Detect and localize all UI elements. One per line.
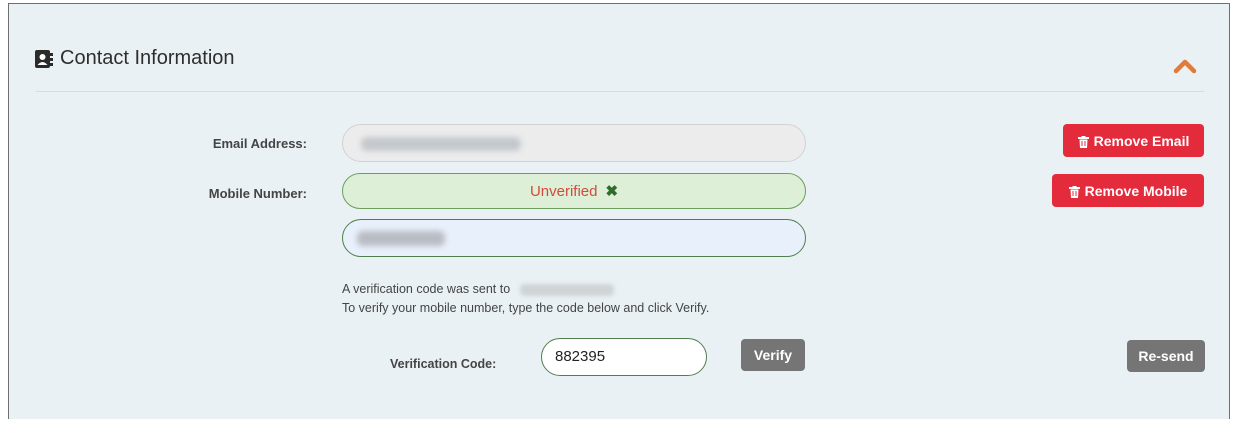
mobile-number-input[interactable] — [342, 219, 806, 257]
mobile-status-text: Unverified — [529, 182, 598, 200]
trash-icon — [1077, 135, 1089, 148]
section-title: Contact Information — [60, 47, 235, 69]
remove-email-label: Remove Email — [1093, 132, 1190, 149]
unverified-x-icon: ✖ — [605, 183, 619, 200]
remove-email-button[interactable]: Remove Email — [1063, 124, 1204, 157]
section-header: Contact Information — [34, 47, 235, 70]
resend-button[interactable]: Re-send — [1127, 340, 1205, 372]
email-label: Email Address: — [212, 136, 307, 151]
remove-mobile-label: Remove Mobile — [1084, 182, 1188, 199]
verify-button[interactable]: Verify — [741, 339, 805, 371]
remove-mobile-button[interactable]: Remove Mobile — [1052, 174, 1204, 207]
redacted-mobile-number — [357, 231, 445, 246]
verification-notice-line1: A verification code was sent to — [342, 282, 614, 296]
trash-icon — [1068, 185, 1080, 198]
collapse-button[interactable] — [1170, 55, 1200, 77]
mobile-status-field: Unverified ✖ — [342, 173, 806, 209]
verification-code-input[interactable]: 882395 — [541, 338, 707, 376]
redacted-email — [361, 137, 521, 151]
contact-card-icon — [34, 49, 54, 69]
chevron-up-icon — [1173, 59, 1197, 74]
mobile-label: Mobile Number: — [208, 186, 307, 201]
header-divider — [36, 91, 1204, 92]
redacted-phone-number — [519, 283, 614, 296]
verification-code-label: Verification Code: — [390, 357, 497, 371]
email-field[interactable] — [342, 124, 806, 162]
verification-notice-line2: To verify your mobile number, type the c… — [342, 301, 710, 315]
